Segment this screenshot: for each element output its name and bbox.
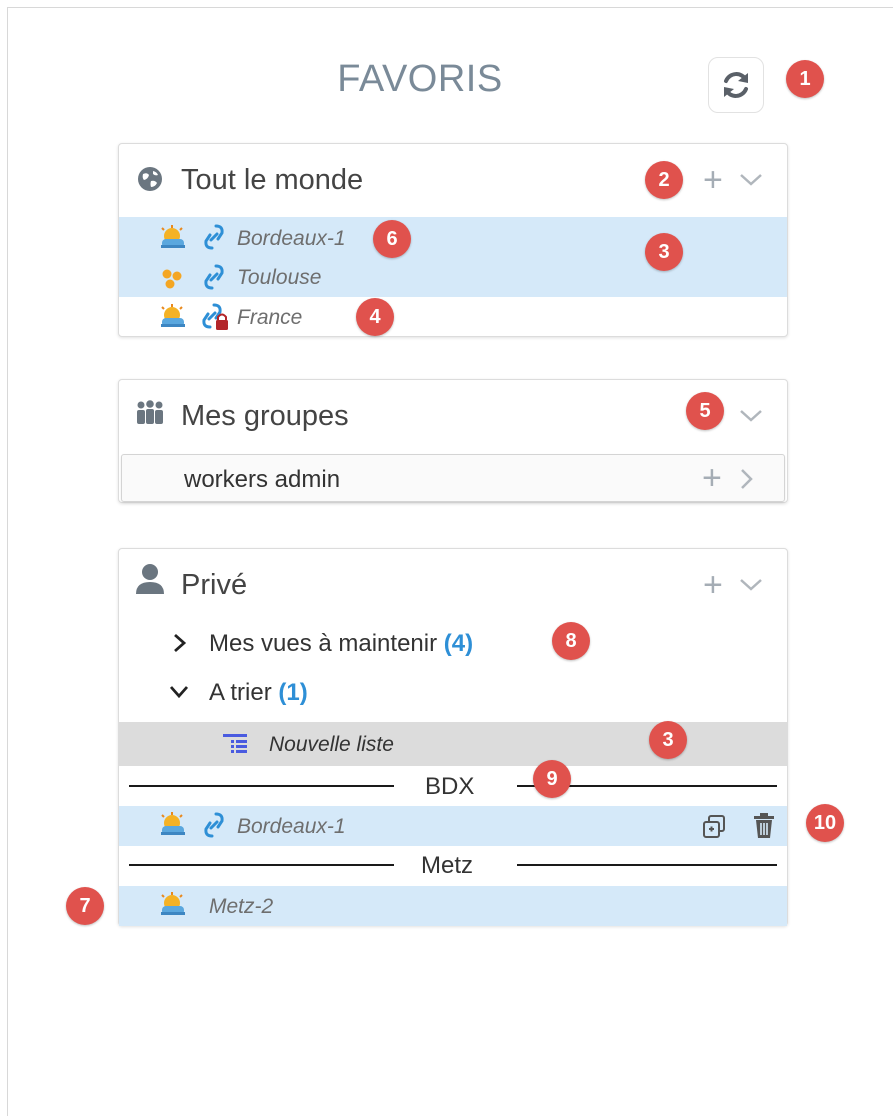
folder-item[interactable]: Mes vues à maintenir (4) xyxy=(119,622,787,664)
separator-label: BDX xyxy=(425,773,475,800)
cluster-icon xyxy=(162,269,182,289)
add-private-button[interactable]: + xyxy=(703,568,723,602)
link-icon xyxy=(204,224,224,250)
item-label: Bordeaux-1 xyxy=(237,815,346,838)
private-panel-header[interactable]: Privé + xyxy=(119,549,787,621)
weather-sun-cloud-icon xyxy=(161,304,185,327)
chevron-down-icon[interactable] xyxy=(739,173,763,187)
private-panel-title: Privé xyxy=(181,569,248,601)
separator: Metz xyxy=(119,846,787,886)
callout-badge-8: 8 xyxy=(552,622,590,660)
callout-badge-5: 5 xyxy=(686,392,724,430)
callout-badge-9: 9 xyxy=(533,760,571,798)
item-label: Metz-2 xyxy=(209,895,274,918)
item-label: Bordeaux-1 xyxy=(237,227,346,250)
folder-item[interactable]: A trier (1) xyxy=(119,671,787,713)
weather-sun-cloud-icon xyxy=(161,812,185,835)
groups-panel: Mes groupes workers admin + xyxy=(118,379,788,503)
item-label: France xyxy=(237,306,303,329)
group-row[interactable]: workers admin + xyxy=(121,454,785,502)
globe-icon xyxy=(138,167,162,191)
folder-label: A trier (1) xyxy=(209,679,308,706)
weather-sun-cloud-icon xyxy=(161,892,185,915)
separator: BDX xyxy=(119,768,787,806)
page-title: FAVORIS xyxy=(337,58,503,100)
list-item[interactable]: France xyxy=(119,299,787,337)
callout-badge-7: 7 xyxy=(66,887,104,925)
private-panel: Privé + Mes vues à maintenir (4) A trier… xyxy=(118,548,788,926)
list-item[interactable]: Toulouse xyxy=(119,259,787,297)
callout-badge-1: 1 xyxy=(786,60,824,98)
callout-badge-2: 2 xyxy=(645,161,683,199)
chevron-down-icon[interactable] xyxy=(739,409,763,423)
groups-panel-title: Mes groupes xyxy=(181,400,349,432)
group-icon xyxy=(137,400,163,424)
public-favorites-panel: Tout le monde + Bordeaux-1 Toulouse Fran… xyxy=(118,143,788,337)
locked-link-icon xyxy=(202,303,228,330)
separator-label: Metz xyxy=(421,852,474,879)
separator-line xyxy=(517,864,777,866)
chevron-down-icon xyxy=(169,686,189,699)
callout-badge-3: 3 xyxy=(645,233,683,271)
folder-count: (1) xyxy=(278,679,308,706)
callout-badge-4: 4 xyxy=(356,298,394,336)
refresh-button[interactable] xyxy=(708,57,764,113)
callout-badge-6: 6 xyxy=(373,220,411,258)
user-icon xyxy=(136,564,164,594)
item-label: Nouvelle liste xyxy=(269,733,394,756)
duplicate-icon[interactable] xyxy=(701,814,727,840)
separator-line xyxy=(129,785,394,787)
list-icon xyxy=(223,734,247,753)
list-item[interactable]: Bordeaux-1 xyxy=(119,219,787,257)
item-label: Toulouse xyxy=(237,266,322,289)
trash-icon[interactable] xyxy=(753,813,775,839)
refresh-icon xyxy=(724,72,748,98)
link-icon xyxy=(204,264,224,290)
public-panel-header[interactable]: Tout le monde + xyxy=(119,144,787,216)
group-label: workers admin xyxy=(184,466,341,493)
callout-badge-10: 10 xyxy=(806,804,844,842)
chevron-down-icon[interactable] xyxy=(739,578,763,592)
folder-label: Mes vues à maintenir (4) xyxy=(209,630,474,657)
separator-line xyxy=(129,864,394,866)
list-item[interactable]: Bordeaux-1 xyxy=(119,806,787,846)
folder-count: (4) xyxy=(443,630,474,657)
weather-sun-cloud-icon xyxy=(161,225,185,248)
list-item[interactable]: Metz-2 xyxy=(119,886,787,926)
chevron-right-icon[interactable] xyxy=(740,468,754,490)
add-to-group-button[interactable]: + xyxy=(702,461,722,495)
public-panel-title: Tout le monde xyxy=(181,164,364,196)
add-public-button[interactable]: + xyxy=(703,163,723,197)
callout-badge-3: 3 xyxy=(649,721,687,759)
list-item[interactable]: Nouvelle liste xyxy=(119,722,787,766)
link-icon xyxy=(204,812,224,838)
chevron-right-icon xyxy=(174,633,187,653)
